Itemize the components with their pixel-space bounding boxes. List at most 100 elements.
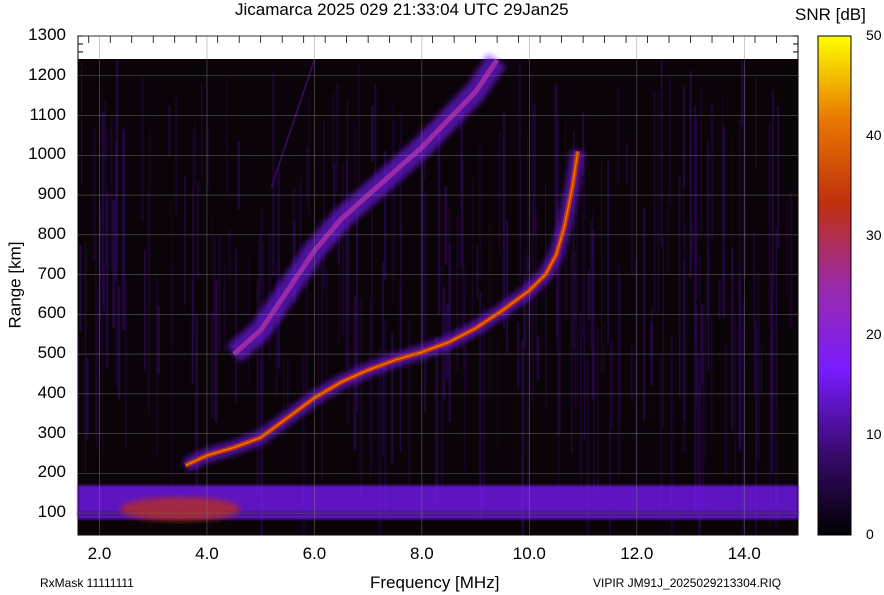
noise-streak — [700, 89, 702, 237]
noise-streak — [695, 116, 698, 301]
noise-streak — [668, 75, 671, 205]
noise-streak — [200, 83, 204, 178]
noise-streak — [724, 343, 728, 476]
noise-streak — [660, 59, 663, 247]
noise-streak — [564, 249, 568, 321]
noise-streak — [399, 283, 402, 453]
noise-streak — [502, 112, 506, 330]
noise-streak — [332, 94, 334, 169]
noise-streak — [591, 230, 595, 400]
noise-streak — [768, 122, 772, 328]
noise-streak — [696, 312, 699, 477]
noise-streak — [102, 225, 104, 451]
noise-streak — [157, 306, 160, 376]
noise-streak — [678, 175, 681, 398]
noise-streak — [683, 259, 686, 421]
noise-streak — [191, 281, 194, 385]
noise-streak — [100, 208, 103, 320]
noise-streak — [211, 218, 213, 279]
noise-streak — [223, 262, 226, 351]
noise-streak — [785, 202, 788, 299]
noise-streak — [260, 208, 264, 292]
noise-streak — [707, 253, 710, 371]
noise-streak — [710, 102, 714, 242]
noise-streak — [617, 86, 620, 184]
noise-streak — [580, 312, 582, 486]
noise-streak — [496, 345, 498, 447]
noise-streak — [353, 123, 356, 185]
noise-streak — [444, 186, 448, 265]
noise-streak — [754, 77, 757, 167]
noise-streak — [341, 163, 344, 336]
noise-streak — [125, 277, 127, 448]
noise-streak — [631, 155, 634, 276]
noise-streak — [142, 77, 144, 221]
noise-streak — [94, 233, 98, 436]
colorbar — [817, 35, 852, 536]
noise-streak — [741, 60, 743, 127]
noise-streak — [168, 106, 171, 157]
noise-streak — [456, 214, 459, 373]
noise-streak — [531, 200, 534, 402]
noise-streak — [667, 190, 669, 273]
noise-streak — [172, 266, 174, 485]
noise-streak — [701, 303, 704, 386]
noise-streak — [84, 241, 87, 471]
e-region-hotspot — [120, 497, 241, 522]
noise-streak — [619, 277, 622, 420]
noise-streak — [148, 130, 151, 299]
noise-streak — [718, 278, 721, 319]
noise-streak — [300, 176, 302, 257]
noise-streak — [86, 357, 89, 439]
noise-streak — [471, 181, 474, 340]
noise-streak — [92, 127, 96, 260]
noise-streak — [197, 181, 199, 279]
noise-streak — [276, 262, 278, 396]
noise-streak — [635, 258, 637, 489]
noise-streak — [323, 121, 325, 290]
noise-streak — [214, 280, 218, 423]
noise-streak — [207, 125, 209, 191]
noise-streak — [506, 220, 509, 354]
noise-streak — [277, 166, 280, 369]
noise-streak — [533, 103, 536, 235]
noise-streak — [217, 235, 221, 352]
noise-streak — [463, 265, 466, 472]
noise-streak — [391, 332, 394, 464]
noise-streak — [448, 206, 450, 325]
noise-streak — [287, 358, 289, 406]
noise-streak — [731, 248, 734, 431]
noise-streak — [374, 83, 377, 185]
noise-streak — [587, 297, 589, 340]
noise-streak — [734, 316, 737, 504]
noise-streak — [482, 302, 486, 514]
noise-streak — [194, 122, 196, 187]
noise-streak — [143, 250, 146, 371]
noise-streak — [256, 278, 259, 495]
noise-streak — [112, 199, 116, 329]
noise-streak — [358, 63, 361, 183]
noise-streak — [570, 250, 573, 454]
noise-streak — [80, 61, 83, 185]
noise-streak — [325, 268, 328, 394]
noise-streak — [753, 231, 755, 396]
noise-streak — [210, 311, 214, 419]
noise-streak — [626, 142, 628, 185]
noise-streak — [407, 318, 410, 486]
noise-streak — [607, 160, 609, 346]
noise-streak — [601, 161, 603, 373]
noise-streak — [370, 105, 374, 162]
noise-streak — [78, 336, 80, 434]
noise-streak — [704, 270, 707, 459]
noise-streak — [558, 354, 560, 435]
noise-streak — [235, 248, 238, 403]
noise-streak — [772, 90, 774, 290]
noise-streak — [247, 257, 249, 384]
noise-streak — [170, 203, 172, 345]
noise-streak — [689, 70, 692, 279]
noise-streak — [117, 286, 121, 399]
noise-streak — [479, 238, 481, 281]
noise-streak — [110, 114, 113, 269]
noise-streak — [435, 336, 439, 505]
noise-streak — [683, 85, 686, 187]
